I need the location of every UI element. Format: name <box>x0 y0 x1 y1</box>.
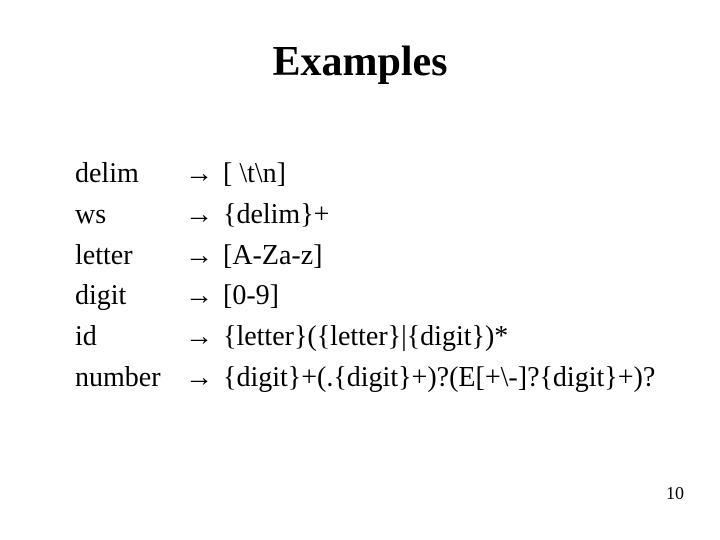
rule-rhs: [0-9] <box>223 277 663 318</box>
rule-rhs: {digit}+(.{digit}+)?(E[+\-]?{digit}+)? <box>223 359 663 400</box>
slide: Examples delim → [ \t\n] ws → {delim}+ l… <box>0 0 720 540</box>
arrow-icon: → <box>183 318 223 359</box>
rule-name: delim <box>75 155 183 196</box>
rules-table: delim → [ \t\n] ws → {delim}+ letter → [… <box>75 155 663 400</box>
rule-name: id <box>75 318 183 359</box>
rule-name: digit <box>75 277 183 318</box>
slide-title: Examples <box>0 38 720 86</box>
rule-name: number <box>75 359 183 400</box>
rule-rhs: [A-Za-z] <box>223 237 663 278</box>
rule-rhs: [ \t\n] <box>223 155 663 196</box>
rule-name: letter <box>75 237 183 278</box>
arrow-icon: → <box>183 237 223 278</box>
rules-block: delim → [ \t\n] ws → {delim}+ letter → [… <box>75 155 663 400</box>
rule-row: delim → [ \t\n] <box>75 155 663 196</box>
rule-rhs: {delim}+ <box>223 196 663 237</box>
rule-row: digit → [0-9] <box>75 277 663 318</box>
arrow-icon: → <box>183 277 223 318</box>
rule-row: ws → {delim}+ <box>75 196 663 237</box>
rule-row: letter → [A-Za-z] <box>75 237 663 278</box>
rule-name: ws <box>75 196 183 237</box>
arrow-icon: → <box>183 196 223 237</box>
rule-rhs: {letter}({letter}|{digit})* <box>223 318 663 359</box>
rule-row: number → {digit}+(.{digit}+)?(E[+\-]?{di… <box>75 359 663 400</box>
arrow-icon: → <box>183 155 223 196</box>
arrow-icon: → <box>183 359 223 400</box>
page-number: 10 <box>666 483 684 504</box>
rule-row: id → {letter}({letter}|{digit})* <box>75 318 663 359</box>
